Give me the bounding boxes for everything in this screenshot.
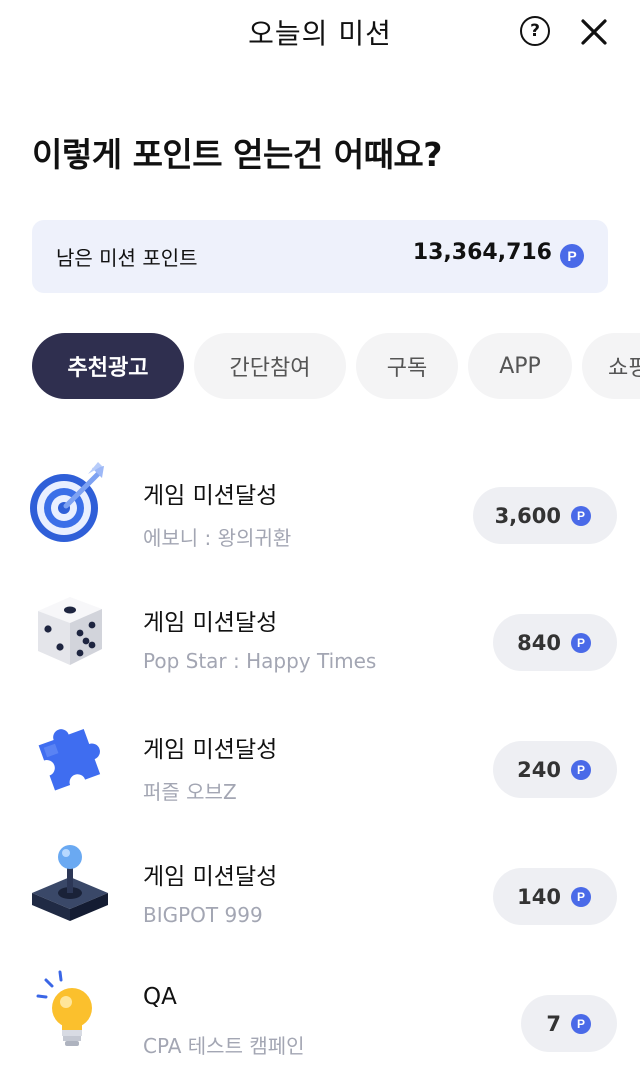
points-label: 남은 미션 포인트 xyxy=(56,246,198,270)
mission-row[interactable]: 게임 미션달성 에보니 : 왕의귀환 3,600 P xyxy=(0,444,640,570)
reward-button[interactable]: 3,600 P xyxy=(473,487,617,544)
mission-row[interactable]: 게임 미션달성 퍼즐 오브Z 240 P xyxy=(0,698,640,824)
mission-row[interactable]: QA CPA 테스트 캠페인 7 P xyxy=(0,952,640,1078)
point-icon: P xyxy=(571,759,591,780)
reward-button[interactable]: 840 P xyxy=(493,614,617,671)
dice-icon xyxy=(38,597,102,665)
mission-subtitle: 에보니 : 왕의귀환 xyxy=(143,526,292,550)
header: 오늘의 미션 ? xyxy=(0,0,640,64)
lightbulb-icon xyxy=(36,970,92,1046)
point-icon: P xyxy=(571,632,591,653)
mission-row[interactable]: 게임 미션달성 BIGPOT 999 140 P xyxy=(0,825,640,951)
mission-subtitle: CPA 테스트 캠페인 xyxy=(143,1034,305,1058)
mission-title: 게임 미션달성 xyxy=(143,737,278,763)
tab-recommended[interactable]: 추천광고 xyxy=(32,333,184,399)
reward-value: 840 xyxy=(517,630,561,655)
mission-row[interactable]: 게임 미션달성 Pop Star : Happy Times 840 P xyxy=(0,571,640,697)
tab-app[interactable]: APP xyxy=(468,333,572,399)
tab-subscribe[interactable]: 구독 xyxy=(356,333,458,399)
reward-value: 7 xyxy=(546,1011,561,1036)
mission-title: 게임 미션달성 xyxy=(143,483,278,509)
mission-title: QA xyxy=(143,984,177,1010)
reward-button[interactable]: 140 P xyxy=(493,868,617,925)
help-button[interactable]: ? xyxy=(520,16,550,46)
points-value: 13,364,716 xyxy=(412,240,552,265)
reward-value: 240 xyxy=(517,757,561,782)
reward-value: 140 xyxy=(517,884,561,909)
target-icon xyxy=(30,462,104,542)
tab-shopping[interactable]: 쇼핑 xyxy=(582,333,640,399)
mission-title: 게임 미션달성 xyxy=(143,610,278,636)
puzzle-icon xyxy=(38,728,101,791)
mission-subtitle: BIGPOT 999 xyxy=(143,903,263,927)
joystick-icon xyxy=(32,845,108,921)
point-icon: P xyxy=(571,1013,591,1034)
close-icon[interactable] xyxy=(580,18,608,46)
reward-button[interactable]: 240 P xyxy=(493,741,617,798)
reward-button[interactable]: 7 P xyxy=(521,995,617,1052)
mission-subtitle: Pop Star : Happy Times xyxy=(143,649,377,673)
point-icon: P xyxy=(571,886,591,907)
remaining-points-box: 남은 미션 포인트 13,364,716 P xyxy=(32,220,608,293)
reward-value: 3,600 xyxy=(494,503,561,528)
headline: 이렇게 포인트 얻는건 어때요? xyxy=(32,135,442,174)
tab-simple[interactable]: 간단참여 xyxy=(194,333,346,399)
mission-subtitle: 퍼즐 오브Z xyxy=(143,780,237,804)
mission-title: 게임 미션달성 xyxy=(143,864,278,890)
point-icon: P xyxy=(560,244,584,268)
help-icon: ? xyxy=(530,21,540,41)
point-icon: P xyxy=(571,505,591,526)
